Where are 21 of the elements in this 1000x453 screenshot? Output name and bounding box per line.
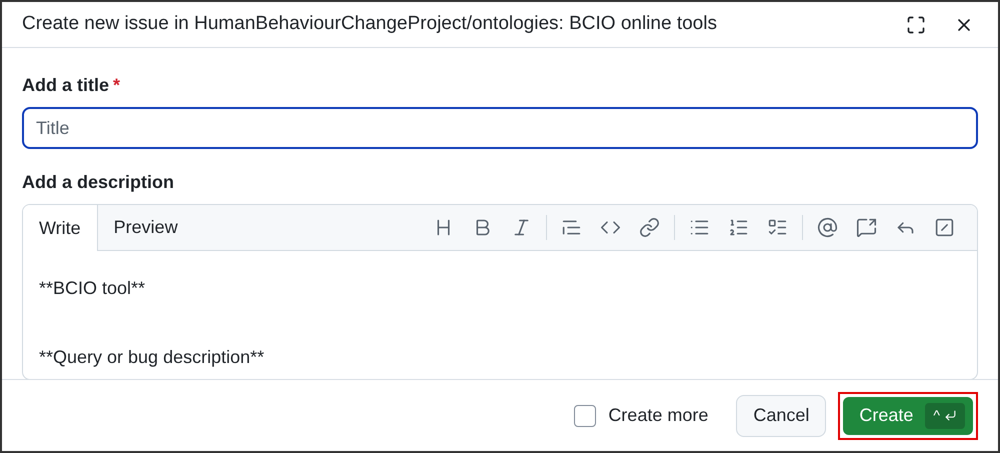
description-text: **Query or bug description** [39, 346, 266, 369]
field-label: Add a title [22, 74, 110, 97]
editor-tab[interactable]: Write [23, 205, 98, 251]
link-icon[interactable] [639, 217, 660, 238]
field-label: Add a description [22, 171, 176, 194]
required-mark: * [113, 74, 120, 97]
reference-icon[interactable] [856, 217, 877, 238]
fullscreen-icon[interactable] [906, 14, 926, 34]
cancel-button[interactable]: Cancel [736, 394, 826, 436]
window-title: Create new issue in HumanBehaviourChangeProject/ontologies: BCIO online tools [22, 12, 718, 36]
shortcut-hint: ^ [925, 402, 965, 428]
numbered-list-icon[interactable] [728, 217, 749, 238]
create-more-checkbox[interactable] [574, 404, 596, 426]
mention-icon[interactable] [817, 217, 838, 238]
title-field[interactable]: Title [22, 107, 978, 149]
editor-tab[interactable]: Preview [98, 205, 194, 250]
description-text: **BCIO tool** [39, 277, 146, 300]
create-button[interactable]: Create ^ [843, 396, 973, 434]
enter-key-icon [944, 409, 957, 422]
checkbox-label: Create more [608, 404, 708, 427]
slash-command-icon[interactable] [934, 217, 955, 238]
